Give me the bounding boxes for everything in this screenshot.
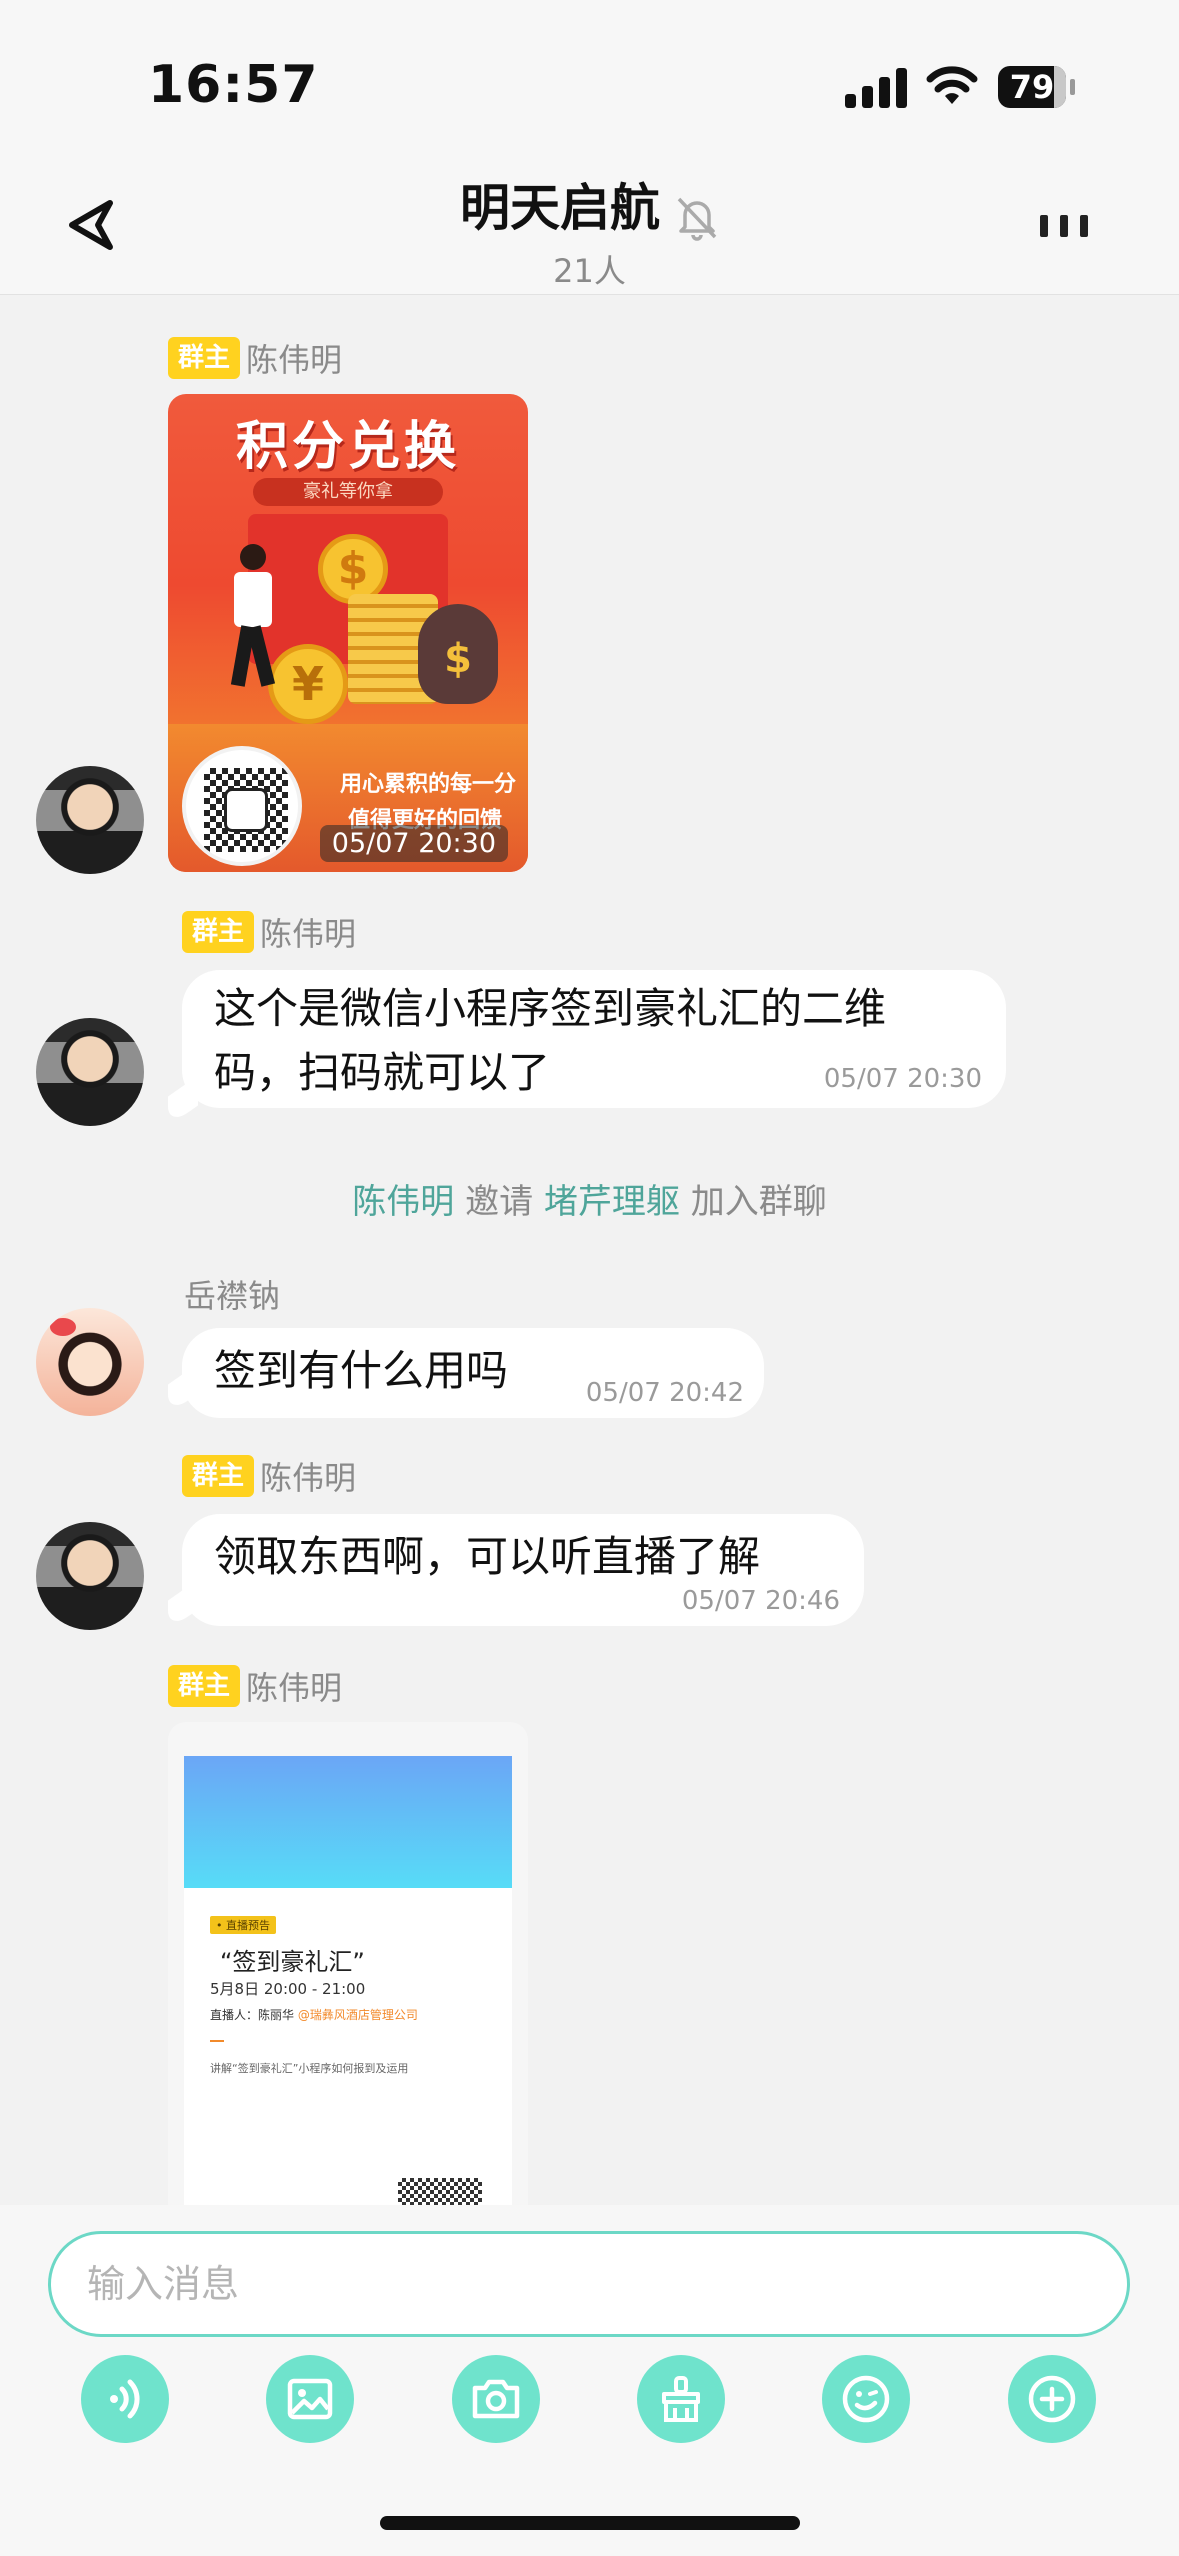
avatar[interactable] bbox=[36, 1308, 144, 1416]
message-sender: 岳襟钠 bbox=[184, 1277, 281, 1315]
avatar[interactable] bbox=[36, 766, 144, 874]
message-sender: 群主 陈伟明 bbox=[182, 1454, 356, 1498]
avatar[interactable] bbox=[36, 1522, 144, 1630]
message-sender: 群主 陈伟明 bbox=[168, 336, 342, 380]
owner-badge: 群主 bbox=[168, 1665, 241, 1707]
home-indicator[interactable] bbox=[380, 2516, 800, 2530]
invitee-name[interactable]: 堵芹理躯 bbox=[544, 1182, 680, 1222]
message-list[interactable]: 群主 陈伟明 积分兑换 豪礼等你拿 $ ¥ $ 用心累积的每一分 值得更好的回馈… bbox=[0, 296, 1179, 2206]
camera-button[interactable] bbox=[452, 2355, 540, 2443]
poster-slogan-1: 用心累积的每一分 bbox=[340, 772, 517, 797]
message-input[interactable] bbox=[48, 2231, 1130, 2337]
system-message-join: 陈伟明 邀请 堵芹理躯 加入群聊 bbox=[352, 1182, 827, 1222]
card-qr-code bbox=[398, 2178, 482, 2206]
image-message-points-poster[interactable]: 积分兑换 豪礼等你拿 $ ¥ $ 用心累积的每一分 值得更好的回馈 05/07 … bbox=[168, 394, 528, 872]
brush-button[interactable] bbox=[637, 2355, 725, 2443]
card-title: “签到豪礼汇” bbox=[220, 1948, 365, 1976]
status-bar: 16:57 79 bbox=[0, 0, 1179, 150]
poster-title: 积分兑换 bbox=[235, 417, 460, 477]
message-time: 05/07 20:30 bbox=[823, 1064, 982, 1094]
voice-icon bbox=[110, 2379, 140, 2419]
owner-badge: 群主 bbox=[168, 337, 241, 379]
text-message-bubble[interactable]: 这个是微信小程序签到豪礼汇的二维 码，扫码就可以了 05/07 20:30 bbox=[182, 970, 1006, 1108]
message-time: 05/07 20:46 bbox=[681, 1586, 840, 1616]
more-options-button[interactable] bbox=[1040, 215, 1090, 241]
text-message-bubble[interactable]: 领取东西啊，可以听直播了解 05/07 20:46 bbox=[182, 1514, 864, 1626]
live-tag: • 直播预告 bbox=[210, 1916, 276, 1934]
message-sender: 群主 陈伟明 bbox=[182, 910, 356, 954]
message-time: 05/07 20:42 bbox=[585, 1378, 744, 1408]
image-icon bbox=[287, 2378, 333, 2420]
card-banner bbox=[184, 1756, 512, 1888]
image-message-live-preview[interactable]: • 直播预告 “签到豪礼汇” 5月8日 20:00 - 21:00 直播人：陈丽… bbox=[168, 1722, 528, 2206]
owner-badge: 群主 bbox=[182, 911, 255, 953]
status-time: 16:57 bbox=[148, 55, 319, 115]
message-time: 05/07 20:30 bbox=[319, 825, 508, 862]
chat-title: 明天启航 bbox=[459, 179, 660, 237]
inviter-name[interactable]: 陈伟明 bbox=[352, 1182, 454, 1222]
card-host: 直播人：陈丽华 @瑞彝风酒店管理公司 bbox=[210, 2008, 418, 2022]
battery-indicator: 79 bbox=[998, 66, 1075, 108]
image-button[interactable] bbox=[266, 2355, 354, 2443]
more-actions-button[interactable] bbox=[1008, 2355, 1096, 2443]
person-figure bbox=[228, 544, 278, 694]
brush-icon bbox=[662, 2376, 700, 2422]
text-message-bubble[interactable]: 签到有什么用吗 05/07 20:42 bbox=[182, 1328, 764, 1418]
plus-icon bbox=[1028, 2375, 1076, 2423]
wifi-icon bbox=[926, 66, 978, 104]
mute-bell-icon bbox=[677, 197, 717, 241]
input-area bbox=[0, 2205, 1179, 2556]
camera-icon bbox=[472, 2379, 520, 2419]
owner-badge: 群主 bbox=[182, 1455, 255, 1497]
card-desc: 讲解“签到豪礼汇”小程序如何报到及运用 bbox=[210, 2062, 409, 2075]
qr-code bbox=[182, 746, 302, 866]
money-bag-icon: $ bbox=[418, 604, 498, 704]
avatar[interactable] bbox=[36, 1018, 144, 1126]
yuan-coin-icon: ¥ bbox=[268, 644, 348, 724]
voice-button[interactable] bbox=[81, 2355, 169, 2443]
member-count: 21人 bbox=[553, 252, 626, 290]
message-sender: 群主 陈伟明 bbox=[168, 1664, 342, 1708]
card-date: 5月8日 20:00 - 21:00 bbox=[210, 1980, 366, 1998]
emoji-icon bbox=[842, 2375, 890, 2423]
signal-icon bbox=[845, 68, 907, 108]
emoji-button[interactable] bbox=[822, 2355, 910, 2443]
poster-ribbon: 豪礼等你拿 bbox=[253, 478, 443, 506]
chat-header: 明天启航 21人 bbox=[0, 150, 1179, 295]
